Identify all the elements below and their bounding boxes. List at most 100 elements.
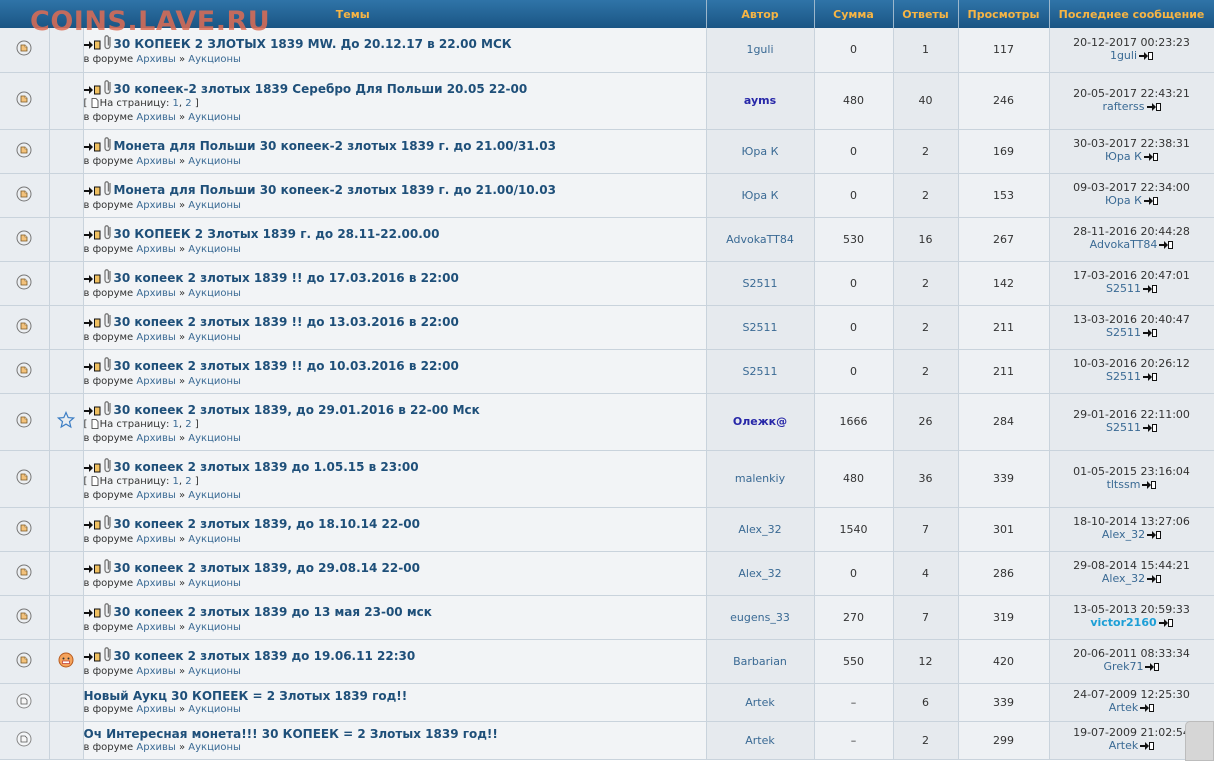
author-link[interactable]: AdvokaTT84 [726,233,794,246]
forum-link-auctions[interactable]: Аукционы [188,490,241,501]
author-link[interactable]: Юра К [742,189,779,202]
topic-title-link[interactable]: 30 КОПЕЕК 2 Злотых 1839 г. до 28.11-22.0… [114,227,440,241]
last-post-user-link[interactable]: S2511 [1106,421,1141,434]
goto-last-post-icon[interactable] [1140,741,1155,754]
new-post-arrow-icon[interactable] [83,463,101,476]
page-link[interactable]: 2 [185,419,191,430]
author-link[interactable]: Alex_32 [738,567,781,580]
goto-last-post-icon[interactable] [1143,196,1158,209]
topic-title-link[interactable]: 30 копеек 2 злотых 1839 !! до 13.03.2016… [114,315,459,329]
forum-link-archives[interactable]: Архивы [136,622,175,633]
last-post-user-link[interactable]: S2511 [1106,370,1141,383]
goto-last-post-icon[interactable] [1145,662,1160,675]
last-post-user-link[interactable]: S2511 [1106,326,1141,339]
new-post-arrow-icon[interactable] [83,318,101,331]
topic-title-link[interactable]: 30 копеек 2 злотых 1839, до 29.08.14 22-… [114,561,420,575]
goto-last-post-icon[interactable] [1140,703,1155,716]
new-post-arrow-icon[interactable] [83,230,101,243]
last-post-user-link[interactable]: Alex_32 [1102,528,1145,541]
page-link[interactable]: 2 [185,476,191,487]
last-post-user-link[interactable]: Artek [1109,739,1139,752]
col-last-post-header[interactable]: Последнее сообщение [1049,0,1214,28]
topic-title-link[interactable]: 30 копеек 2 злотых 1839 до 1.05.15 в 23:… [114,460,419,474]
goto-last-post-icon[interactable] [1147,574,1162,587]
forum-link-archives[interactable]: Архивы [136,742,175,753]
last-post-user-link[interactable]: AdvokaTT84 [1090,238,1158,251]
author-link[interactable]: Barbarian [733,655,787,668]
forum-link-auctions[interactable]: Аукционы [188,376,241,387]
author-link[interactable]: Artek [745,696,775,709]
new-post-arrow-icon[interactable] [83,406,101,419]
forum-link-auctions[interactable]: Аукционы [188,54,241,65]
forum-link-auctions[interactable]: Аукционы [188,200,241,211]
goto-last-post-icon[interactable] [1147,530,1162,543]
topic-title-link[interactable]: Монета для Польши 30 копеек-2 злотых 183… [114,139,556,153]
forum-link-archives[interactable]: Архивы [136,156,175,167]
forum-link-archives[interactable]: Архивы [136,332,175,343]
col-author-header[interactable]: Автор [706,0,815,28]
new-post-arrow-icon[interactable] [83,40,101,53]
forum-link-auctions[interactable]: Аукционы [188,112,241,123]
forum-link-archives[interactable]: Архивы [136,704,175,715]
goto-last-post-icon[interactable] [1139,51,1154,64]
forum-link-auctions[interactable]: Аукционы [188,666,241,677]
new-post-arrow-icon[interactable] [83,274,101,287]
scroll-to-top-button[interactable] [1185,721,1214,761]
forum-link-archives[interactable]: Архивы [136,54,175,65]
page-link[interactable]: 1 [173,419,179,430]
topic-title-link[interactable]: 30 копеек 2 злотых 1839 !! до 10.03.2016… [114,359,459,373]
forum-link-archives[interactable]: Архивы [136,200,175,211]
topic-title-link[interactable]: Монета для Польши 30 копеек-2 злотых 183… [114,183,556,197]
author-link[interactable]: ayms [744,94,776,107]
author-link[interactable]: Artek [745,734,775,747]
last-post-user-link[interactable]: rafterss [1102,100,1144,113]
page-link[interactable]: 1 [173,98,179,109]
topic-title-link[interactable]: 30 копеек-2 злотых 1839 Серебро Для Поль… [114,82,528,96]
forum-link-archives[interactable]: Архивы [136,666,175,677]
forum-link-archives[interactable]: Архивы [136,288,175,299]
col-views-header[interactable]: Просмотры [958,0,1050,28]
forum-link-archives[interactable]: Архивы [136,578,175,589]
last-post-user-link[interactable]: Alex_32 [1102,572,1145,585]
col-topics-header[interactable]: Темы [0,0,707,28]
goto-last-post-icon[interactable] [1142,423,1157,436]
forum-link-auctions[interactable]: Аукционы [188,742,241,753]
goto-last-post-icon[interactable] [1158,618,1173,631]
last-post-user-link[interactable]: 1guli [1110,49,1137,62]
new-post-arrow-icon[interactable] [83,520,101,533]
goto-last-post-icon[interactable] [1142,480,1157,493]
last-post-user-link[interactable]: Artek [1109,701,1139,714]
col-replies-header[interactable]: Ответы [893,0,959,28]
forum-link-auctions[interactable]: Аукционы [188,534,241,545]
author-link[interactable]: Олежк@ [733,415,787,428]
forum-link-archives[interactable]: Архивы [136,534,175,545]
last-post-user-link[interactable]: victor2160 [1090,616,1156,629]
forum-link-auctions[interactable]: Аукционы [188,704,241,715]
topic-title-link[interactable]: 30 копеек 2 злотых 1839, до 18.10.14 22-… [114,517,420,531]
author-link[interactable]: Alex_32 [738,523,781,536]
topic-title-link[interactable]: 30 копеек 2 злотых 1839, до 29.01.2016 в… [114,403,480,417]
author-link[interactable]: S2511 [743,365,778,378]
last-post-user-link[interactable]: Юра К [1105,150,1142,163]
forum-link-auctions[interactable]: Аукционы [188,332,241,343]
author-link[interactable]: eugens_33 [730,611,790,624]
last-post-user-link[interactable]: Grek71 [1104,660,1144,673]
forum-link-archives[interactable]: Архивы [136,112,175,123]
topic-title-link[interactable]: 30 копеек 2 злотых 1839 до 19.06.11 22:3… [114,649,416,663]
forum-link-auctions[interactable]: Аукционы [188,156,241,167]
goto-last-post-icon[interactable] [1142,328,1157,341]
new-post-arrow-icon[interactable] [83,142,101,155]
topic-title-link[interactable]: Новый Аукц 30 КОПЕЕК = 2 Злотых 1839 год… [84,689,408,703]
new-post-arrow-icon[interactable] [83,608,101,621]
forum-link-auctions[interactable]: Аукционы [188,622,241,633]
author-link[interactable]: S2511 [743,321,778,334]
new-post-arrow-icon[interactable] [83,85,101,98]
new-post-arrow-icon[interactable] [83,362,101,375]
forum-link-auctions[interactable]: Аукционы [188,244,241,255]
topic-title-link[interactable]: 30 КОПЕЕК 2 ЗЛОТЫХ 1839 MW. До 20.12.17 … [114,37,512,51]
new-post-arrow-icon[interactable] [83,186,101,199]
forum-link-auctions[interactable]: Аукционы [188,288,241,299]
goto-last-post-icon[interactable] [1146,102,1161,115]
new-post-arrow-icon[interactable] [83,564,101,577]
goto-last-post-icon[interactable] [1142,284,1157,297]
